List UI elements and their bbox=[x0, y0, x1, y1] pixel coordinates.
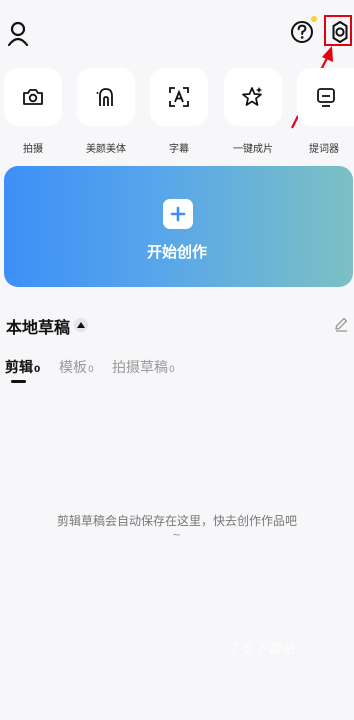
empty-state-message: 剪辑草稿会自动保存在这里，快去创作作品吧 bbox=[56, 514, 297, 528]
edit-drafts-button[interactable] bbox=[333, 316, 349, 332]
tab-shoot-drafts-label: 拍摄草稿 bbox=[112, 360, 168, 376]
tool-beauty-button[interactable] bbox=[77, 68, 135, 126]
tool-teleprompter-button[interactable] bbox=[297, 68, 354, 126]
notification-dot bbox=[311, 16, 317, 22]
empty-state-tilde: ~ bbox=[172, 528, 182, 541]
tab-shoot-drafts-count: 0 bbox=[169, 365, 175, 375]
tab-shoot-drafts[interactable]: 拍摄草稿0 bbox=[112, 357, 175, 377]
tool-subtitle-button[interactable] bbox=[150, 68, 208, 126]
active-tab-indicator bbox=[11, 380, 26, 383]
local-drafts-title: 本地草稿 bbox=[6, 318, 71, 337]
tool-shoot-button[interactable] bbox=[4, 68, 62, 126]
collapse-button[interactable] bbox=[74, 318, 88, 332]
tab-edit[interactable]: 剪辑0 bbox=[5, 357, 40, 377]
tool-oneclick-button[interactable] bbox=[224, 68, 282, 126]
tool-shoot-label: 拍摄 bbox=[23, 144, 43, 155]
plus-icon bbox=[163, 199, 193, 229]
tool-oneclick-label: 一键成片 bbox=[233, 144, 273, 155]
tab-template-label: 模板 bbox=[59, 360, 87, 376]
tab-edit-count: 0 bbox=[34, 365, 41, 375]
beauty-icon bbox=[96, 88, 113, 106]
subtitle-icon bbox=[169, 87, 189, 107]
user-profile-button[interactable] bbox=[6, 20, 32, 48]
watermark: 7る下載站 bbox=[230, 642, 296, 657]
camera-icon bbox=[23, 89, 43, 105]
tool-teleprompter-label: 提词器 bbox=[309, 144, 339, 155]
pencil-icon bbox=[335, 317, 348, 332]
tab-template-count: 0 bbox=[88, 365, 94, 375]
tool-subtitle-label: 字幕 bbox=[169, 144, 189, 155]
tool-beauty-label: 美颜美体 bbox=[86, 144, 126, 155]
start-creating-label: 开始创作 bbox=[146, 243, 207, 261]
tab-edit-label: 剪辑 bbox=[5, 360, 33, 376]
user-icon bbox=[7, 21, 29, 47]
magic-icon bbox=[242, 87, 262, 106]
triangle-up-icon bbox=[77, 322, 85, 328]
teleprompter-icon bbox=[316, 88, 335, 107]
tab-template[interactable]: 模板0 bbox=[59, 357, 94, 377]
